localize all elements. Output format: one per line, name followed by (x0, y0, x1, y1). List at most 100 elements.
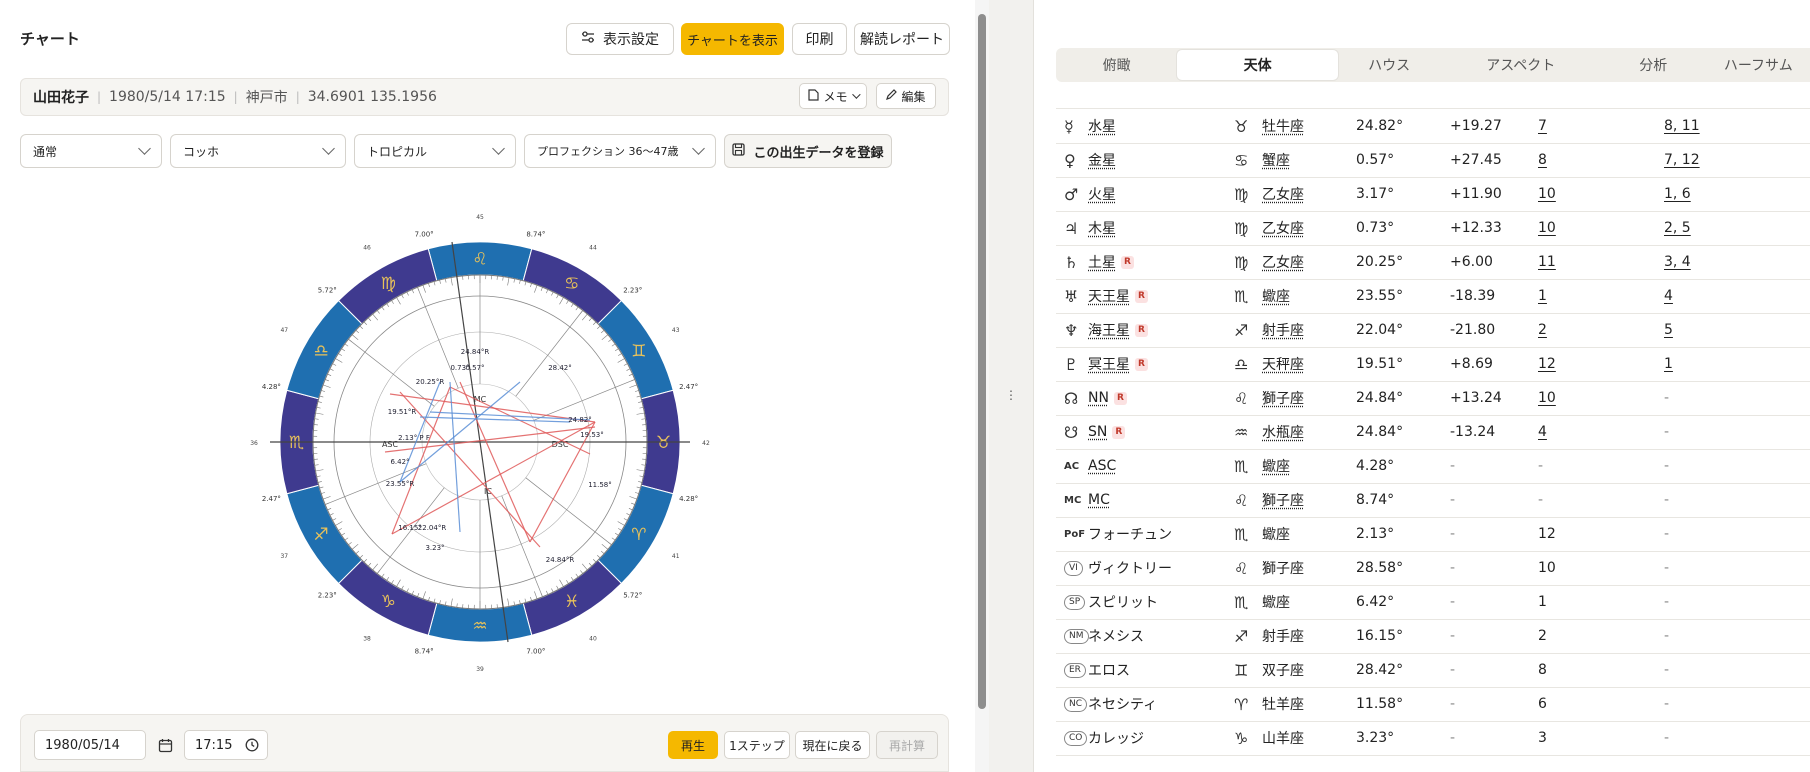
table-row[interactable]: ♃ 木星 ♍ 乙女座 0.73° +12.33 10 2, 5 (1056, 211, 1810, 246)
page-title: チャート (20, 28, 80, 49)
table-row[interactable]: NC ネセシティ ♈ 牡羊座 11.58° - 6 - (1056, 687, 1810, 722)
table-row[interactable]: ♆ 海王星 R ♐ 射手座 22.04° -21.80 2 5 (1056, 313, 1810, 348)
recalculate-button[interactable]: 再計算 (876, 731, 938, 759)
rules-value: - (1664, 415, 1669, 449)
display-settings-button[interactable]: 表示設定 (566, 23, 674, 55)
cusp-degree-label: 4.28° (262, 383, 281, 391)
sign-icon: ♏ (1234, 449, 1248, 483)
progression-value: プロフェクション 36〜47歳 (537, 143, 679, 159)
progression-select[interactable]: プロフェクション 36〜47歳 (524, 134, 716, 168)
print-button[interactable]: 印刷 (792, 23, 847, 55)
sign-name: 射手座 (1262, 619, 1304, 653)
chevron-down-icon (852, 90, 860, 98)
body-icon: ☿ (1064, 109, 1074, 143)
mode-select[interactable]: 通常 (20, 134, 162, 168)
memo-button[interactable]: メモ (799, 83, 867, 109)
rules-value: 8, 11 (1664, 109, 1700, 143)
register-label: この出生データを登録 (753, 142, 883, 161)
register-birth-data-button[interactable]: この出生データを登録 (724, 134, 892, 168)
planet-degree-label: 24.84°R (461, 348, 490, 356)
sign-name: 水瓶座 (1262, 415, 1304, 449)
table-row[interactable]: ♇ 冥王星 R ♎ 天秤座 19.51° +8.69 12 1 (1056, 347, 1810, 382)
cusp-degree-label: 2.23° (623, 286, 642, 294)
house-number-label: 40 (589, 636, 597, 643)
natal-chart-wheel[interactable]: ♌ 8.74° 45 ♋ 2.23° 44 ♊ 2.47° 43 ♉ 4.28° 42 ♈ 5.72° 41… (250, 212, 710, 672)
sign-name: 双子座 (1262, 653, 1304, 687)
table-row[interactable]: ♄ 土星 R ♍ 乙女座 20.25° +6.00 11 3, 4 (1056, 245, 1810, 280)
house-system-select[interactable]: コッホ (170, 134, 346, 168)
subject-datetime: 1980/5/14 17:15 (109, 89, 226, 105)
step-button[interactable]: 1ステップ (724, 731, 790, 759)
tab-2[interactable]: ハウス (1338, 50, 1441, 80)
reset-to-now-button[interactable]: 現在に戻る (795, 731, 870, 759)
table-row[interactable]: ☿ 水星 ♉ 牡牛座 24.82° +19.27 7 8, 11 (1056, 109, 1810, 144)
speed-value: +8.69 (1450, 347, 1493, 381)
speed-value: +19.27 (1450, 109, 1502, 143)
body-name: フォーチュン (1088, 517, 1172, 551)
left-scrollbar[interactable] (975, 0, 989, 772)
body-name: SN R (1088, 415, 1125, 449)
speed-value: - (1450, 619, 1455, 653)
tab-3[interactable]: アスペクト (1441, 50, 1602, 80)
sign-name: 蠍座 (1262, 449, 1290, 483)
play-button[interactable]: 再生 (668, 731, 718, 759)
rules-value: 1, 6 (1664, 177, 1691, 211)
mode-value: 通常 (33, 143, 57, 160)
report-button[interactable]: 解読レポート (854, 23, 950, 55)
body-icon: ☋ (1064, 415, 1078, 449)
house-value: - (1538, 483, 1543, 517)
tab-0[interactable]: 俯瞰 (1056, 50, 1177, 80)
planet-degree-label: 11.58° (588, 481, 612, 489)
table-row[interactable]: PoF フォーチュン ♏ 蠍座 2.13° - 12 - (1056, 517, 1810, 552)
table-row[interactable]: VI ヴィクトリー ♌ 獅子座 28.58° - 10 - (1056, 551, 1810, 586)
panel-resizer[interactable]: ⋮ (989, 0, 1033, 772)
tab-1[interactable]: 天体 (1177, 50, 1338, 80)
sign-icon: ♊ (1234, 653, 1248, 687)
table-row[interactable]: AC ASC ♏ 蠍座 4.28° - - - (1056, 449, 1810, 484)
house-value: 7 (1538, 109, 1547, 143)
table-row[interactable]: ♀ 金星 ♋ 蟹座 0.57° +27.45 8 7, 12 (1056, 143, 1810, 178)
house-value: 1 (1538, 279, 1547, 313)
time-input[interactable]: 17:15 (184, 730, 268, 760)
sign-icon: ♎ (1234, 347, 1248, 381)
show-chart-button[interactable]: チャートを表示 (681, 23, 784, 55)
cusp-degree-label: 2.23° (318, 592, 337, 600)
degree-value: 19.51° (1356, 347, 1403, 381)
table-row[interactable]: ☊ NN R ♌ 獅子座 24.84° +13.24 10 - (1056, 381, 1810, 416)
table-row[interactable]: ER エロス ♊ 双子座 28.42° - 8 - (1056, 653, 1810, 688)
speed-value: -21.80 (1450, 313, 1495, 347)
table-row[interactable]: CO カレッジ ♑ 山羊座 3.23° - 3 - (1056, 721, 1810, 756)
table-row[interactable]: ♅ 天王星 R ♏ 蠍座 23.55° -18.39 1 4 (1056, 279, 1810, 314)
house-number-label: 44 (589, 244, 597, 251)
divider: | (97, 90, 101, 104)
body-icon: CO (1064, 721, 1087, 755)
calendar-icon[interactable] (150, 730, 180, 760)
body-icon: VI (1064, 551, 1083, 585)
degree-value: 24.84° (1356, 381, 1403, 415)
degree-value: 6.42° (1356, 585, 1394, 619)
sign-icon: ♍ (1234, 211, 1248, 245)
body-icon: MC (1064, 483, 1081, 517)
speed-value: - (1450, 449, 1455, 483)
table-row[interactable]: SP スピリット ♏ 蠍座 6.42° - 1 - (1056, 585, 1810, 620)
house-system-value: コッホ (183, 143, 219, 160)
zodiac-select[interactable]: トロピカル (354, 134, 516, 168)
table-row[interactable]: MC MC ♌ 獅子座 8.74° - - - (1056, 483, 1810, 518)
drag-handle-icon[interactable]: ⋮ (1005, 388, 1017, 402)
body-icon: PoF (1064, 517, 1085, 551)
sign-name: 蠍座 (1262, 517, 1290, 551)
speed-value: - (1450, 585, 1455, 619)
rules-value: - (1664, 721, 1669, 755)
tab-5[interactable]: ハーフサム (1706, 50, 1810, 80)
tab-4[interactable]: 分析 (1601, 50, 1706, 80)
table-row[interactable]: ♂ 火星 ♍ 乙女座 3.17° +11.90 10 1, 6 (1056, 177, 1810, 212)
edit-button[interactable]: 編集 (876, 83, 936, 109)
table-row[interactable]: ☋ SN R ♒ 水瓶座 24.84° -13.24 4 - (1056, 415, 1810, 450)
house-number-label: 39 (476, 666, 484, 672)
planet-degree-label: 23.55°R (386, 480, 415, 488)
planet-degree-label: 0.57° (465, 364, 484, 372)
scrollbar-thumb[interactable] (978, 14, 986, 709)
table-row[interactable]: NM ネメシス ♐ 射手座 16.15° - 2 - (1056, 619, 1810, 654)
date-input[interactable]: 1980/05/14 (34, 730, 146, 760)
house-value: 11 (1538, 245, 1556, 279)
